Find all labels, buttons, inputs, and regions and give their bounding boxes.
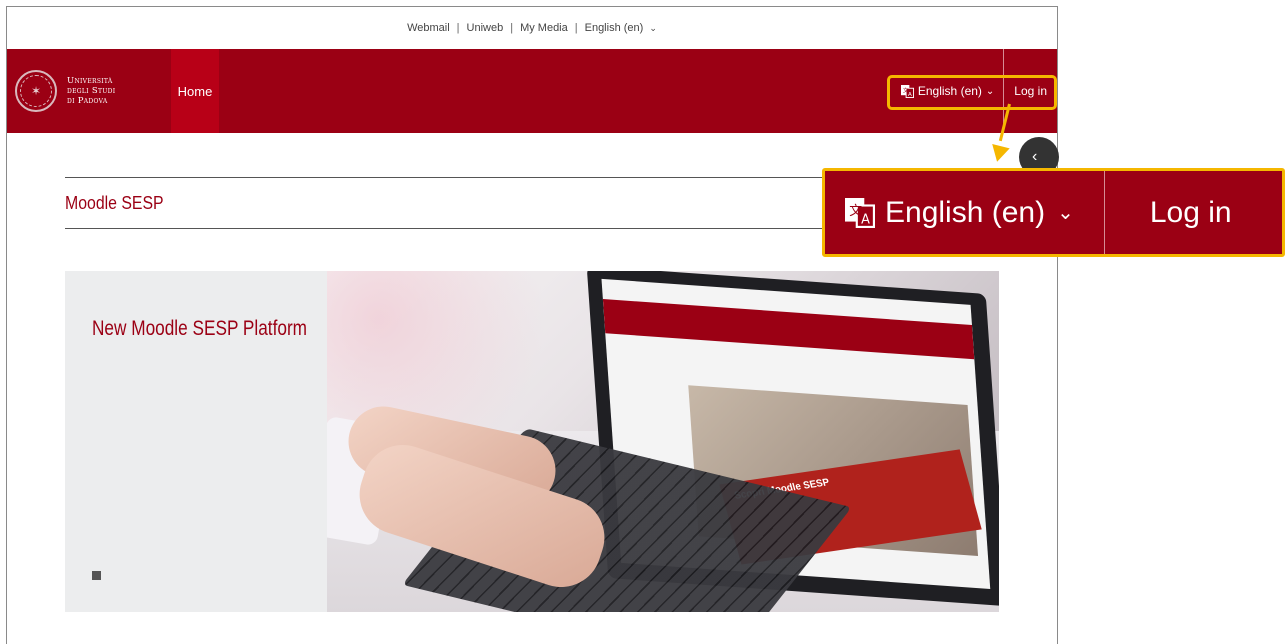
university-name: Università degli Studi di Padova (67, 76, 115, 106)
navbar-right: 文 A English (en) ⌄ Log in (892, 49, 1057, 133)
utility-language-menu[interactable]: English (en) ⌄ (585, 22, 657, 34)
carousel-image[interactable]: Scopri Moodle SESP (327, 271, 999, 612)
callout-language-menu[interactable]: 文 A English (en) ⌄ (825, 171, 1074, 254)
chevron-left-icon: ‹ (1032, 148, 1038, 165)
chevron-down-icon: ⌄ (649, 23, 657, 33)
browser-page: Webmail | Uniweb | My Media | English (e… (6, 6, 1058, 644)
carousel: New Moodle SESP Platform Scopri Moodle S… (65, 271, 999, 612)
main-navbar: ✶ Università degli Studi di Padova Home … (7, 49, 1057, 133)
callout-language-label: English (en) (885, 195, 1046, 229)
divider: | (456, 22, 460, 34)
background-glow (327, 271, 587, 431)
university-name-line-1: Università (67, 76, 113, 86)
callout-login-button[interactable]: Log in (1150, 196, 1232, 230)
university-name-line-3: di Padova (67, 96, 108, 106)
carousel-caption-panel: New Moodle SESP Platform (65, 271, 327, 612)
language-label: English (en) (917, 84, 982, 98)
divider: | (510, 22, 514, 34)
callout-divider (1103, 171, 1105, 254)
language-menu[interactable]: 文 A English (en) ⌄ (892, 73, 1003, 109)
svg-text:A: A (861, 212, 870, 227)
carousel-caption: New Moodle SESP Platform (92, 317, 308, 340)
my-media-link[interactable]: My Media (520, 22, 568, 34)
university-logo[interactable]: ✶ Università degli Studi di Padova (7, 49, 171, 133)
translate-icon: 文 A (900, 84, 914, 98)
chevron-down-icon: ⌄ (985, 85, 995, 97)
university-seal-icon: ✶ (15, 70, 57, 112)
screen-header (602, 298, 975, 360)
utility-bar: Webmail | Uniweb | My Media | English (e… (7, 7, 1057, 49)
chevron-down-icon: ⌄ (1057, 202, 1074, 224)
nav-home-tab[interactable]: Home (171, 49, 219, 133)
divider: | (574, 22, 578, 34)
uniweb-link[interactable]: Uniweb (467, 22, 504, 34)
svg-text:A: A (908, 92, 912, 98)
university-name-line-2: degli Studi (67, 86, 116, 96)
translate-icon: 文 A (845, 197, 875, 228)
page-title: Moodle SESP (65, 193, 164, 213)
zoomed-callout: 文 A English (en) ⌄ Log in (822, 168, 1285, 257)
login-button[interactable]: Log in (1004, 73, 1057, 109)
webmail-link[interactable]: Webmail (407, 22, 450, 34)
carousel-indicator[interactable] (92, 571, 101, 580)
utility-language-label: English (en) (584, 22, 644, 34)
